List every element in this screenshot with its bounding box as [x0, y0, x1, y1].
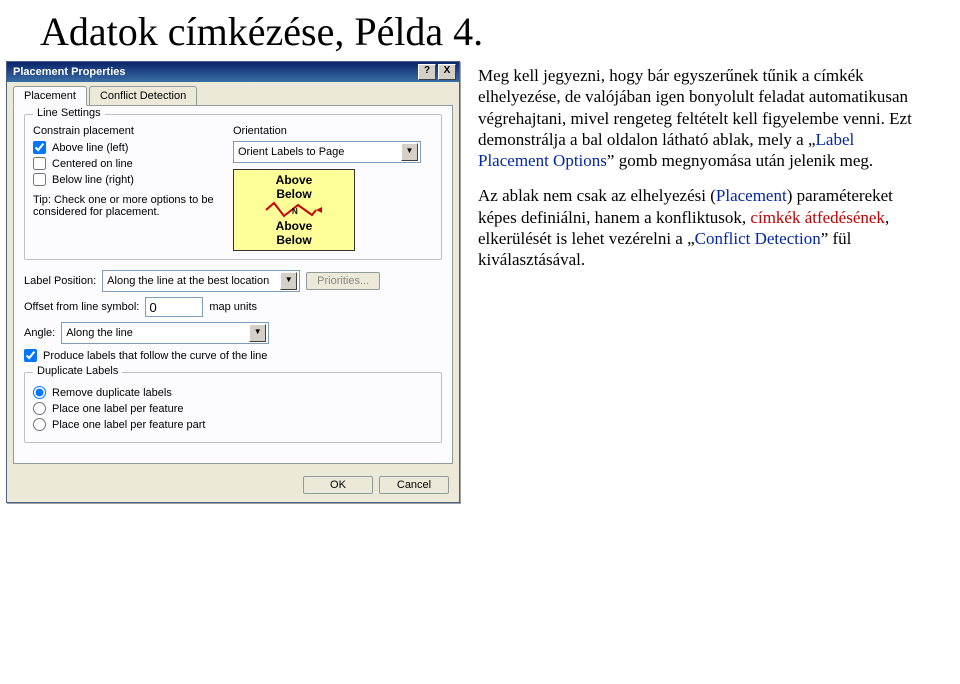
term-placement: Placement [716, 186, 787, 205]
radio-per-part-label: Place one label per feature part [52, 419, 206, 431]
checkbox-below-line[interactable]: Below line (right) [33, 173, 233, 186]
preview-below-text: Below [276, 187, 311, 201]
term-conflict-detection: Conflict Detection [695, 229, 821, 248]
row-angle: Angle: Along the line ▼ [24, 322, 442, 344]
checkbox-above-line-label: Above line (left) [52, 142, 128, 154]
row-label-position: Label Position: Along the line at the be… [24, 270, 442, 292]
label-position-value: Along the line at the best location [107, 275, 280, 287]
group-duplicate-labels: Duplicate Labels Remove duplicate labels… [24, 372, 442, 443]
ok-button[interactable]: OK [303, 476, 373, 494]
checkbox-centered-input[interactable] [33, 157, 46, 170]
preview-line-icon: N [264, 201, 324, 219]
cancel-button[interactable]: Cancel [379, 476, 449, 494]
angle-value: Along the line [66, 327, 249, 339]
explanation-paragraph-1: Meg kell jegyezni, hogy bár egyszerűnek … [478, 65, 918, 171]
radio-per-feature-label: Place one label per feature [52, 403, 183, 415]
checkbox-above-line-input[interactable] [33, 141, 46, 154]
explanation-text: Meg kell jegyezni, hogy bár egyszerűnek … [460, 61, 928, 284]
checkbox-below-line-input[interactable] [33, 173, 46, 186]
orientation-label: Orientation [233, 125, 433, 137]
placement-preview: Above Below N Above Below [233, 169, 355, 251]
placement-properties-dialog: Placement Properties ? X Placement Confl… [6, 61, 460, 503]
term-overlap: címkék átfedésének [750, 208, 885, 227]
offset-units-label: map units [209, 301, 257, 313]
angle-label: Angle: [24, 327, 55, 339]
constrain-placement-label: Constrain placement [33, 125, 233, 137]
dialog-buttons: OK Cancel [7, 470, 459, 502]
label-position-select[interactable]: Along the line at the best location ▼ [102, 270, 300, 292]
checkbox-follow-curve-input[interactable] [24, 349, 37, 362]
p2-text-a: Az ablak nem csak az elhelyezési ( [478, 186, 716, 205]
offset-label: Offset from line symbol: [24, 301, 139, 313]
close-button[interactable]: X [438, 64, 456, 80]
group-title-line-settings: Line Settings [33, 107, 105, 119]
page-title: Adatok címkézése, Példa 4. [0, 0, 960, 61]
orientation-select-value: Orient Labels to Page [238, 146, 401, 158]
radio-per-feature-input[interactable] [33, 402, 46, 415]
tab-strip: Placement Conflict Detection [7, 82, 459, 105]
offset-input[interactable] [145, 297, 203, 317]
group-line-settings: Line Settings Constrain placement Above … [24, 114, 442, 260]
tab-conflict-detection[interactable]: Conflict Detection [89, 86, 197, 105]
row-offset: Offset from line symbol: map units [24, 297, 442, 317]
radio-per-part[interactable]: Place one label per feature part [33, 418, 433, 431]
chevron-down-icon[interactable]: ▼ [280, 272, 297, 290]
svg-text:N: N [292, 207, 298, 216]
radio-per-part-input[interactable] [33, 418, 46, 431]
radio-per-feature[interactable]: Place one label per feature [33, 402, 433, 415]
window-title: Placement Properties [13, 66, 126, 78]
chevron-down-icon[interactable]: ▼ [401, 143, 418, 161]
help-button[interactable]: ? [418, 64, 436, 80]
checkbox-centered-label: Centered on line [52, 158, 133, 170]
radio-remove-duplicates-label: Remove duplicate labels [52, 387, 172, 399]
priorities-button[interactable]: Priorities... [306, 272, 380, 290]
titlebar: Placement Properties ? X [7, 62, 459, 82]
label-position-label: Label Position: [24, 275, 96, 287]
group-title-duplicate: Duplicate Labels [33, 365, 122, 377]
orientation-select[interactable]: Orient Labels to Page ▼ [233, 141, 421, 163]
chevron-down-icon[interactable]: ▼ [249, 324, 266, 342]
tab-placement[interactable]: Placement [13, 86, 87, 106]
preview-below-text-2: Below [276, 233, 311, 247]
explanation-paragraph-2: Az ablak nem csak az elhelyezési (Placem… [478, 185, 918, 270]
p1-text-b: ” gomb megnyomása után jelenik meg. [607, 151, 873, 170]
checkbox-follow-curve[interactable]: Produce labels that follow the curve of … [24, 349, 442, 362]
radio-remove-duplicates[interactable]: Remove duplicate labels [33, 386, 433, 399]
checkbox-centered[interactable]: Centered on line [33, 157, 233, 170]
tab-body-placement: Line Settings Constrain placement Above … [13, 105, 453, 464]
tip-text: Tip: Check one or more options to be con… [33, 194, 233, 218]
checkbox-follow-curve-label: Produce labels that follow the curve of … [43, 350, 267, 362]
checkbox-above-line[interactable]: Above line (left) [33, 141, 233, 154]
checkbox-below-line-label: Below line (right) [52, 174, 134, 186]
radio-remove-duplicates-input[interactable] [33, 386, 46, 399]
preview-above-text: Above [276, 173, 313, 187]
angle-select[interactable]: Along the line ▼ [61, 322, 269, 344]
preview-above-text-2: Above [276, 219, 313, 233]
